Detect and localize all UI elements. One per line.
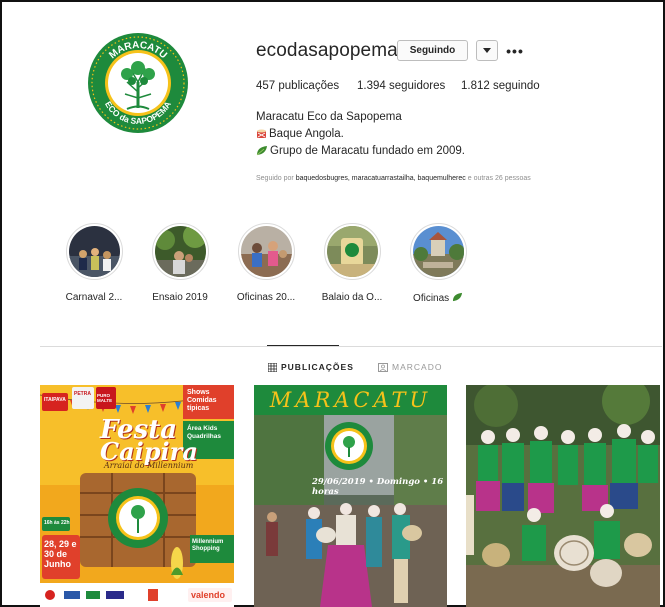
poster-subtitle: Arraial do Millennium <box>104 461 194 470</box>
highlight-oficinas[interactable]: Oficinas <box>405 223 471 304</box>
active-tab-indicator <box>267 345 339 346</box>
brand-puro-malte: PURO MALTE <box>97 393 113 403</box>
highlight-thumbnail <box>412 226 464 277</box>
highlight-thumbnail <box>154 226 206 277</box>
highlight-label-text: Oficinas <box>413 293 450 304</box>
highlight-label: Oficinas <box>405 292 471 304</box>
poster-kids: Área Kids Quadrilhas <box>187 425 221 440</box>
tab-label: MARCADO <box>392 362 443 372</box>
tab-label: PUBLICAÇÕES <box>281 362 354 372</box>
highlight-balaio[interactable]: Balaio da O... <box>319 223 385 303</box>
followed-by-prefix: Seguido por <box>256 175 294 182</box>
highlight-oficinas-20[interactable]: Oficinas 20... <box>233 223 299 303</box>
highlight-label: Oficinas 20... <box>236 292 296 303</box>
post-image <box>466 385 660 607</box>
highlight-thumbnail <box>326 226 378 277</box>
profile-username: ecodasapopema <box>256 40 398 61</box>
highlight-label: Balaio da O... <box>321 292 383 303</box>
highlight-label: Ensaio 2019 <box>152 292 208 303</box>
post-header-text: MARACATU <box>269 388 432 412</box>
post-date-line: 29/06/2019 • Domingo • 16 horas <box>312 477 444 497</box>
post-maracatu-event[interactable]: MARACATU 29/06/2019 • Domingo • 16 horas <box>254 385 447 607</box>
tab-publicacoes[interactable]: PUBLICAÇÕES <box>268 362 354 372</box>
poster-time: 16h às 22h <box>44 520 70 526</box>
poster-shows-box: Shows Comidas típicas <box>187 389 231 413</box>
leaf-icon <box>452 292 462 302</box>
poster-date: 28, 29 e 30 de Junho <box>44 539 77 569</box>
highlight-thumbnail <box>68 226 120 277</box>
post-festa-caipira[interactable]: ITAIPAVA PETRA PURO MALTE Festa Caipira … <box>40 385 234 607</box>
leaf-icon <box>256 145 268 162</box>
followed-by-users[interactable]: baquedosbugres, maracatuarrastailha, baq… <box>296 175 466 182</box>
poster-venue: Millennium Shopping <box>192 539 224 552</box>
poster-shows: Shows <box>187 389 210 396</box>
highlight-label: Carnaval 2... <box>65 292 123 303</box>
tabs-divider <box>40 346 662 347</box>
profile-full-name: Maracatu Eco da Sapopema <box>256 111 402 123</box>
tag-icon <box>378 362 388 372</box>
following-button[interactable]: Seguindo <box>397 40 468 61</box>
highlight-ensaio[interactable]: Ensaio 2019 <box>147 223 213 303</box>
brand-itaipava: ITAIPAVA <box>44 397 66 403</box>
chevron-down-icon <box>483 47 491 53</box>
highlight-thumbnail <box>240 226 292 277</box>
highlight-carnaval[interactable]: Carnaval 2... <box>61 223 127 303</box>
maracatu-logo: MARACATU ECO da SAPOPEMA <box>88 33 188 133</box>
bio-line-1-text: Baque Angola. <box>269 128 344 140</box>
brand-petra: PETRA <box>74 391 91 397</box>
followed-by-suffix: e outras 26 pessoas <box>467 175 531 182</box>
grid-icon <box>268 362 277 372</box>
posts-count: 457 publicações <box>256 80 340 92</box>
poster-sponsor: valendo <box>191 590 226 600</box>
bio-line-2: Grupo de Maracatu fundado em 2009. <box>256 143 465 162</box>
more-icon: ••• <box>506 42 524 59</box>
followers-count[interactable]: 1.394 seguidores <box>357 80 445 92</box>
tab-marcado[interactable]: MARCADO <box>378 362 442 372</box>
poster-comidas: Comidas típicas <box>187 397 217 412</box>
post-group-photo[interactable] <box>466 385 660 607</box>
more-options-button[interactable]: ••• <box>505 40 525 61</box>
instagram-profile-page: MARACATU ECO da SAPOPEMA ecodasapopema S… <box>0 0 665 607</box>
followed-by-text[interactable]: Seguido por baquedosbugres, maracatuarra… <box>256 175 531 182</box>
following-count[interactable]: 1.812 seguindo <box>461 80 540 92</box>
bio-line-2-text: Grupo de Maracatu fundado em 2009. <box>270 145 465 157</box>
profile-avatar[interactable]: MARACATU ECO da SAPOPEMA <box>87 32 189 134</box>
suggestions-dropdown-button[interactable] <box>476 40 498 61</box>
